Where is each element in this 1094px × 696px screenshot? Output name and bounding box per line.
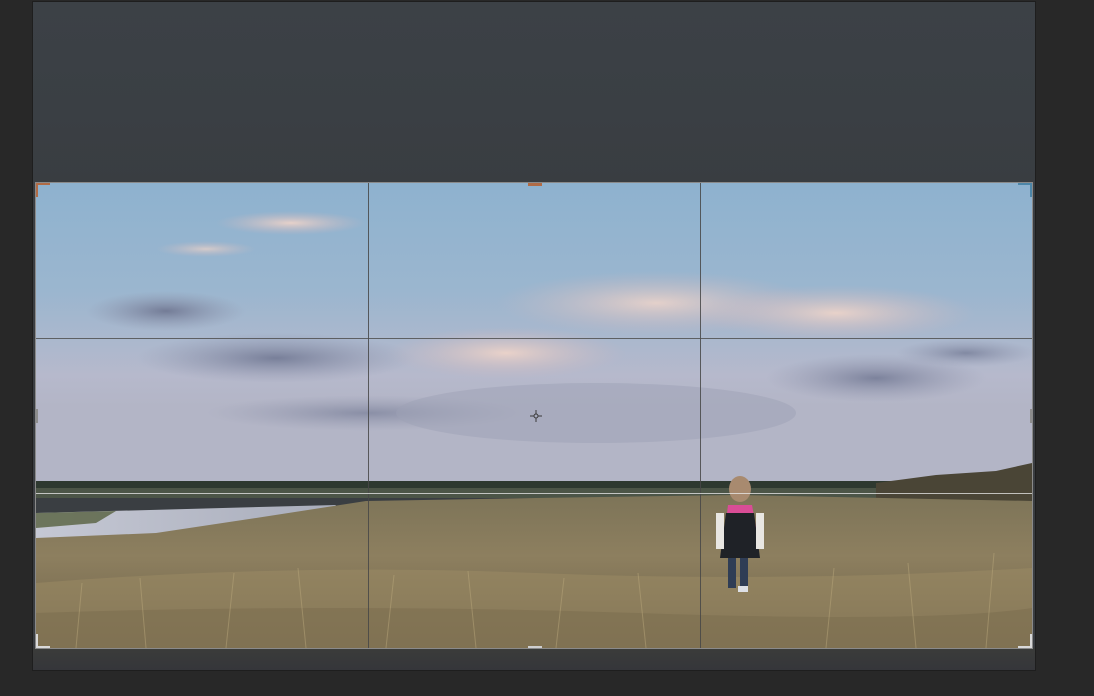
- crop-handle-top[interactable]: [528, 183, 542, 186]
- crop-handle-bottom[interactable]: [528, 646, 542, 648]
- grid-line-horizontal-2: [36, 493, 1032, 494]
- crop-handle-bottom-right[interactable]: [1018, 634, 1032, 648]
- crop-handle-right[interactable]: [1030, 409, 1032, 423]
- crop-handle-top-right[interactable]: [1018, 183, 1032, 197]
- grid-line-vertical-1: [368, 183, 369, 648]
- crop-handle-bottom-left[interactable]: [36, 634, 50, 648]
- crosshair-icon[interactable]: [530, 410, 542, 422]
- crop-mask-bottom: [33, 648, 1035, 670]
- crop-mask-right: [1032, 183, 1035, 648]
- crop-handle-left[interactable]: [36, 409, 38, 423]
- crop-mask-top: [33, 2, 1035, 183]
- workspace: [0, 0, 1094, 696]
- crop-box[interactable]: [36, 183, 1032, 648]
- grid-line-horizontal-1: [36, 338, 1032, 339]
- grid-line-vertical-2: [700, 183, 701, 648]
- crop-handle-top-left[interactable]: [36, 183, 50, 197]
